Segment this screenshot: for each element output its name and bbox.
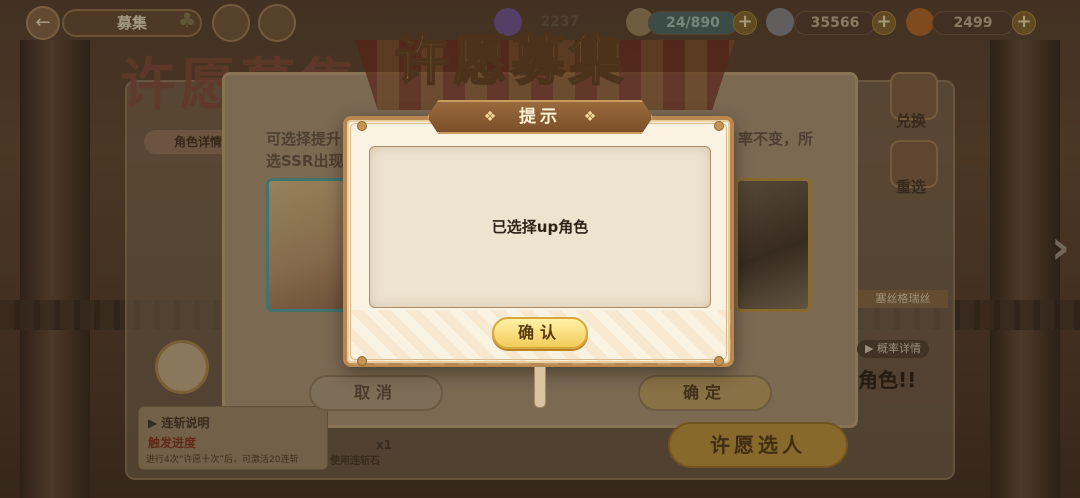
dialog-hanging-tab (534, 366, 546, 408)
dialog-corner-ornament (357, 121, 367, 131)
dialog-title: 提示 (519, 107, 561, 127)
dialog-corner-ornament (714, 121, 724, 131)
dialog-corner-ornament (714, 356, 724, 366)
ok-button[interactable]: 确认 (492, 317, 588, 349)
dialog-corner-ornament (357, 356, 367, 366)
dialog-message: 已选择up角色 (491, 218, 589, 236)
